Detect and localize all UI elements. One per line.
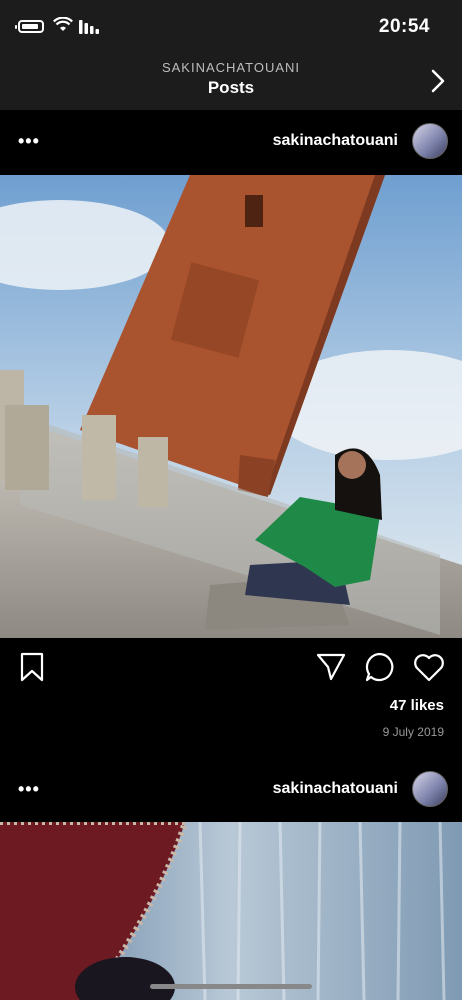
cellular-signal-icon [79,20,99,34]
post-actions [0,638,462,698]
battery-icon [15,20,44,33]
heart-icon[interactable] [412,651,446,683]
post-photo[interactable] [0,822,462,1000]
wifi-icon [53,17,73,31]
post-header: sakinachatouani ••• [0,110,462,174]
more-dots-icon[interactable]: ••• [18,779,40,800]
post-username[interactable]: sakinachatouani [273,132,398,150]
status-time: 20:54 [378,16,430,37]
chevron-right-icon[interactable] [430,68,446,94]
post-header: sakinachatouani ••• [0,758,462,822]
post-username[interactable]: sakinachatouani [273,780,398,798]
likes-count[interactable]: 47 likes [390,697,444,714]
more-dots-icon[interactable]: ••• [18,131,40,152]
send-icon[interactable] [316,652,346,682]
avatar[interactable] [412,123,448,159]
status-bar: 20:54 [0,0,462,56]
avatar[interactable] [412,771,448,807]
post-photo[interactable] [0,175,462,638]
bookmark-icon[interactable] [18,652,46,682]
profile-username-header: SAKINACHATOUANI [161,60,301,75]
post-date: 9 July 2019 [382,725,444,739]
comment-icon[interactable] [364,651,396,683]
home-indicator[interactable] [150,984,312,989]
navigation-bar: SAKINACHATOUANI Posts [0,56,462,111]
page-title: Posts [207,78,255,97]
